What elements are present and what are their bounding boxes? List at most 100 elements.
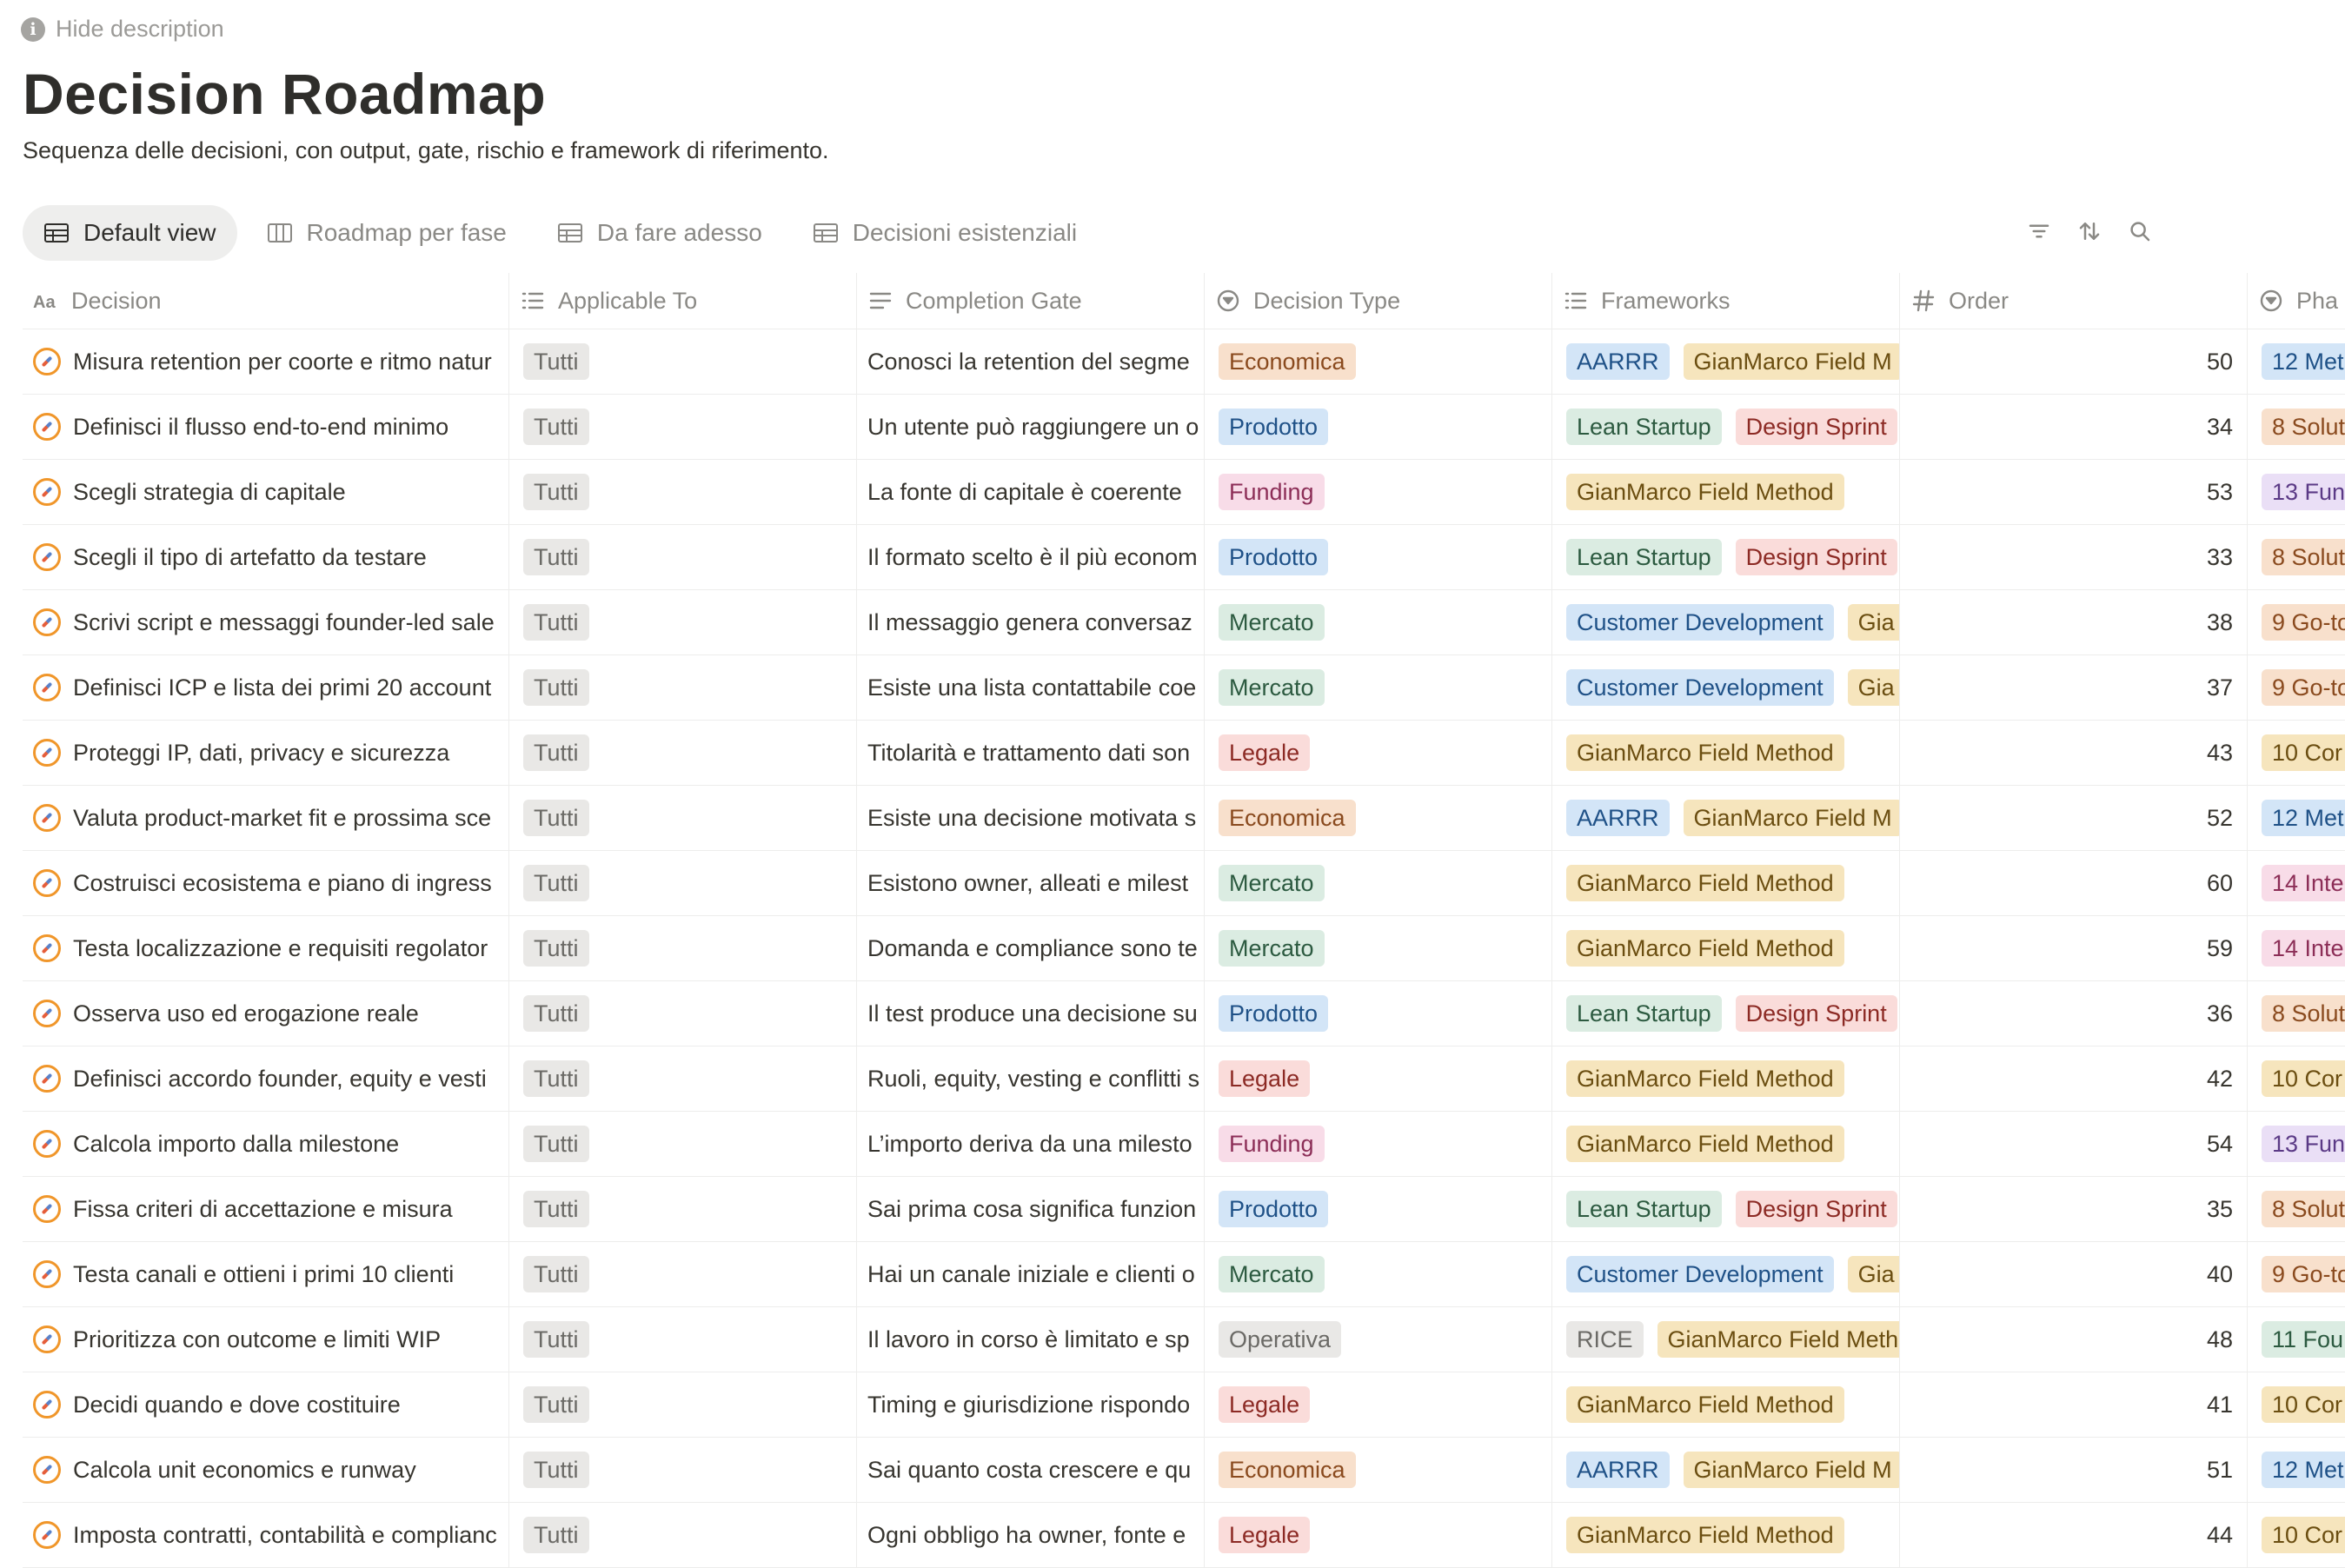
tab-view-2[interactable]: Da fare adesso (536, 205, 783, 261)
decision-type-cell[interactable]: Funding (1205, 460, 1552, 524)
phase-cell[interactable]: 12 Met (2248, 786, 2345, 850)
phase-cell[interactable]: 12 Met (2248, 329, 2345, 394)
order-cell[interactable]: 35 (1900, 1177, 2248, 1241)
table-row[interactable]: Misura retention per coorte e ritmo natu… (23, 329, 2345, 395)
frameworks-cell[interactable]: Customer Development Gia (1552, 1242, 1900, 1306)
table-row[interactable]: Testa canali e ottieni i primi 10 client… (23, 1242, 2345, 1307)
order-cell[interactable]: 40 (1900, 1242, 2248, 1306)
completion-gate-cell[interactable]: Titolarità e trattamento dati son (857, 721, 1205, 785)
phase-cell[interactable]: 11 Fou (2248, 1307, 2345, 1372)
table-row[interactable]: Imposta contratti, contabilità e complia… (23, 1503, 2345, 1568)
column-header-0[interactable]: Aa Decision (23, 273, 509, 329)
decision-cell[interactable]: Calcola unit economics e runway (23, 1438, 509, 1502)
phase-cell[interactable]: 10 Cor (2248, 721, 2345, 785)
table-row[interactable]: Decidi quando e dove costituire Tutti Timi… (23, 1372, 2345, 1438)
order-cell[interactable]: 42 (1900, 1046, 2248, 1111)
table-row[interactable]: Scrivi script e messaggi founder-led sal… (23, 590, 2345, 655)
phase-cell[interactable]: 14 Inte (2248, 916, 2345, 980)
tab-view-1[interactable]: Roadmap per fase (246, 205, 528, 261)
table-row[interactable]: Calcola importo dalla milestone Tutti L’im… (23, 1112, 2345, 1177)
phase-cell[interactable]: 8 Solut (2248, 1177, 2345, 1241)
completion-gate-cell[interactable]: Conosci la retention del segme (857, 329, 1205, 394)
frameworks-cell[interactable]: Lean Startup Design Sprint (1552, 395, 1900, 459)
filter-button[interactable] (2025, 217, 2053, 245)
order-cell[interactable]: 59 (1900, 916, 2248, 980)
order-cell[interactable]: 44 (1900, 1503, 2248, 1567)
order-cell[interactable]: 41 (1900, 1372, 2248, 1437)
decision-type-cell[interactable]: Legale (1205, 721, 1552, 785)
phase-cell[interactable]: 13 Fun (2248, 1112, 2345, 1176)
order-cell[interactable]: 54 (1900, 1112, 2248, 1176)
completion-gate-cell[interactable]: Ruoli, equity, vesting e conflitti s (857, 1046, 1205, 1111)
frameworks-cell[interactable]: GianMarco Field Method (1552, 1372, 1900, 1437)
decision-cell[interactable]: Definisci il flusso end-to-end minimo (23, 395, 509, 459)
frameworks-cell[interactable]: GianMarco Field Method (1552, 460, 1900, 524)
phase-cell[interactable]: 10 Cor (2248, 1503, 2345, 1567)
applicable-to-cell[interactable]: Tutti (509, 1242, 857, 1306)
column-header-3[interactable]: Decision Type (1205, 273, 1552, 329)
applicable-to-cell[interactable]: Tutti (509, 329, 857, 394)
decision-type-cell[interactable]: Mercato (1205, 655, 1552, 720)
frameworks-cell[interactable]: GianMarco Field Method (1552, 1046, 1900, 1111)
phase-cell[interactable]: 13 Fun (2248, 460, 2345, 524)
table-row[interactable]: Fissa criteri di accettazione e misura Tu… (23, 1177, 2345, 1242)
column-header-6[interactable]: Pha (2248, 273, 2345, 329)
order-cell[interactable]: 52 (1900, 786, 2248, 850)
decision-type-cell[interactable]: Mercato (1205, 851, 1552, 915)
completion-gate-cell[interactable]: L’importo deriva da una milesto (857, 1112, 1205, 1176)
table-row[interactable]: Definisci accordo founder, equity e vest… (23, 1046, 2345, 1112)
applicable-to-cell[interactable]: Tutti (509, 460, 857, 524)
order-cell[interactable]: 37 (1900, 655, 2248, 720)
order-cell[interactable]: 33 (1900, 525, 2248, 589)
applicable-to-cell[interactable]: Tutti (509, 525, 857, 589)
decision-type-cell[interactable]: Prodotto (1205, 981, 1552, 1046)
completion-gate-cell[interactable]: Il formato scelto è il più econom (857, 525, 1205, 589)
frameworks-cell[interactable]: AARRR GianMarco Field M (1552, 329, 1900, 394)
frameworks-cell[interactable]: Lean Startup Design Sprint (1552, 525, 1900, 589)
decision-cell[interactable]: Imposta contratti, contabilità e complia… (23, 1503, 509, 1567)
order-cell[interactable]: 50 (1900, 329, 2248, 394)
decision-cell[interactable]: Proteggi IP, dati, privacy e sicurezza (23, 721, 509, 785)
decision-cell[interactable]: Testa localizzazione e requisiti regolat… (23, 916, 509, 980)
tab-view-0[interactable]: Default view (23, 205, 237, 261)
applicable-to-cell[interactable]: Tutti (509, 1372, 857, 1437)
decision-cell[interactable]: Costruisci ecosistema e piano di ingress (23, 851, 509, 915)
order-cell[interactable]: 60 (1900, 851, 2248, 915)
decision-type-cell[interactable]: Prodotto (1205, 395, 1552, 459)
completion-gate-cell[interactable]: Esistono owner, alleati e milest (857, 851, 1205, 915)
applicable-to-cell[interactable]: Tutti (509, 916, 857, 980)
order-cell[interactable]: 34 (1900, 395, 2248, 459)
decision-cell[interactable]: Valuta product-market fit e prossima sce (23, 786, 509, 850)
completion-gate-cell[interactable]: Sai prima cosa significa funzion (857, 1177, 1205, 1241)
decision-cell[interactable]: Decidi quando e dove costituire (23, 1372, 509, 1437)
frameworks-cell[interactable]: Customer Development Gia (1552, 590, 1900, 654)
frameworks-cell[interactable]: GianMarco Field Method (1552, 721, 1900, 785)
decision-type-cell[interactable]: Legale (1205, 1503, 1552, 1567)
frameworks-cell[interactable]: Lean Startup Design Sprint (1552, 1177, 1900, 1241)
frameworks-cell[interactable]: Lean Startup Design Sprint (1552, 981, 1900, 1046)
decision-cell[interactable]: Scrivi script e messaggi founder-led sal… (23, 590, 509, 654)
decision-type-cell[interactable]: Prodotto (1205, 1177, 1552, 1241)
applicable-to-cell[interactable]: Tutti (509, 1438, 857, 1502)
decision-cell[interactable]: Osserva uso ed erogazione reale (23, 981, 509, 1046)
completion-gate-cell[interactable]: La fonte di capitale è coerente (857, 460, 1205, 524)
decision-type-cell[interactable]: Mercato (1205, 1242, 1552, 1306)
completion-gate-cell[interactable]: Timing e giurisdizione rispondo (857, 1372, 1205, 1437)
phase-cell[interactable]: 14 Inte (2248, 851, 2345, 915)
tab-view-3[interactable]: Decisioni esistenziali (792, 205, 1098, 261)
order-cell[interactable]: 36 (1900, 981, 2248, 1046)
decision-cell[interactable]: Calcola importo dalla milestone (23, 1112, 509, 1176)
applicable-to-cell[interactable]: Tutti (509, 655, 857, 720)
applicable-to-cell[interactable]: Tutti (509, 981, 857, 1046)
table-row[interactable]: Costruisci ecosistema e piano di ingress… (23, 851, 2345, 916)
applicable-to-cell[interactable]: Tutti (509, 1177, 857, 1241)
order-cell[interactable]: 53 (1900, 460, 2248, 524)
frameworks-cell[interactable]: AARRR GianMarco Field M (1552, 786, 1900, 850)
completion-gate-cell[interactable]: Hai un canale iniziale e clienti o (857, 1242, 1205, 1306)
decision-cell[interactable]: Scegli il tipo di artefatto da testare (23, 525, 509, 589)
phase-cell[interactable]: 8 Solut (2248, 981, 2345, 1046)
applicable-to-cell[interactable]: Tutti (509, 786, 857, 850)
order-cell[interactable]: 38 (1900, 590, 2248, 654)
applicable-to-cell[interactable]: Tutti (509, 1046, 857, 1111)
completion-gate-cell[interactable]: Il test produce una decisione su (857, 981, 1205, 1046)
